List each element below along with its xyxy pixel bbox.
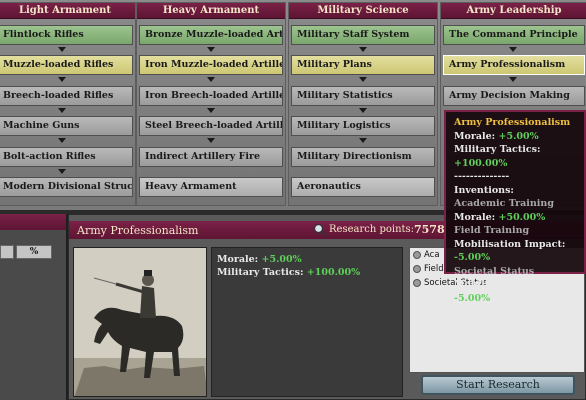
- arrow-down-icon: [359, 108, 367, 113]
- start-research-button[interactable]: Start Research: [421, 375, 575, 395]
- lightbulb-icon: [413, 251, 421, 259]
- arrow-down-icon: [359, 77, 367, 82]
- tech-army-decision-making[interactable]: Army Decision Making: [443, 86, 585, 106]
- column-header: Light Armament: [0, 3, 135, 19]
- effect-morale: Morale: +5.00%: [217, 253, 397, 266]
- tech-military-directionism[interactable]: Military Directionism: [291, 147, 435, 167]
- tooltip-effect-label: Morale:: [454, 130, 496, 142]
- tech-machine-guns[interactable]: Machine Guns: [0, 116, 133, 136]
- tech-steel-breech-loaded-artillery[interactable]: Steel Breech-loaded Artillery: [139, 116, 283, 136]
- tech-indirect-artillery-fire[interactable]: Indirect Artillery Fire: [139, 147, 283, 167]
- tooltip-invention-effect: Mobilisation Impact: -5.00%: [454, 278, 576, 305]
- tech-military-logistics[interactable]: Military Logistics: [291, 116, 435, 136]
- tech-aeronautics[interactable]: Aeronautics: [291, 177, 435, 197]
- arrow-down-icon: [58, 169, 66, 174]
- effect-value: +100.00%: [306, 267, 361, 278]
- tooltip-invention-effect-value: +50.00%: [498, 211, 546, 223]
- column-header: Military Science: [289, 3, 437, 19]
- tech-column-heavy-armament: Heavy Armament Bronze Muzzle-loaded Art i…: [136, 2, 286, 206]
- arrow-down-icon: [58, 47, 66, 52]
- tech-the-command-principle[interactable]: The Command Principle: [443, 25, 585, 45]
- arrow-down-icon: [207, 77, 215, 82]
- column-header: Heavy Armament: [137, 3, 285, 19]
- lightbulb-icon: [413, 265, 421, 273]
- effect-label: Military Tactics:: [217, 267, 304, 278]
- percent-column-header[interactable]: %: [16, 245, 52, 259]
- tech-iron-muzzle-loaded-artillery[interactable]: Iron Muzzle-loaded Artillery: [139, 55, 283, 75]
- tech-bronze-muzzle-loaded-artillery[interactable]: Bronze Muzzle-loaded Arti ...: [139, 25, 283, 45]
- lightbulb-icon: [413, 279, 421, 287]
- arrow-down-icon: [359, 47, 367, 52]
- tech-detail-title: Army Professionalism: [77, 224, 199, 237]
- tech-breech-loaded-rifles[interactable]: Breech-loaded Rifles: [0, 86, 133, 106]
- tooltip-inventions-label: Inventions:: [454, 184, 514, 196]
- arrow-down-icon: [207, 108, 215, 113]
- tooltip-effect: Military Tactics: +100.00%: [454, 143, 576, 170]
- tooltip-invention-effect-label: Mobilisation Impact:: [454, 279, 566, 290]
- tooltip-invention-effect: Morale: +50.00%: [454, 211, 576, 225]
- effect-military-tactics: Military Tactics: +100.00%: [217, 266, 397, 279]
- tooltip-invention-name: Field Training: [454, 225, 530, 236]
- tech-bolt-action-rifles[interactable]: Bolt-action Rifles: [0, 147, 133, 167]
- tooltip-effect-value: +100.00%: [454, 157, 508, 169]
- tech-modern-divisional-structure[interactable]: Modern Divisional Structure: [0, 177, 133, 197]
- tooltip-effect: Morale: +5.00%: [454, 130, 576, 144]
- effect-value: +5.00%: [261, 254, 302, 265]
- tech-column-military-science: Military Science Military Staff System M…: [288, 2, 438, 206]
- research-points-value: 7578: [414, 223, 445, 236]
- effect-label: Morale:: [217, 254, 259, 265]
- invention-label: Aca: [424, 250, 440, 260]
- tech-military-statistics[interactable]: Military Statistics: [291, 86, 435, 106]
- left-panel: [0, 214, 66, 400]
- tech-military-staff-system[interactable]: Military Staff System: [291, 25, 435, 45]
- tech-heavy-armament[interactable]: Heavy Armament: [139, 177, 283, 197]
- research-points-icon: [313, 223, 327, 237]
- tooltip-invention-effect: Mobilisation Impact: -5.00%: [454, 238, 576, 265]
- left-panel-header: [0, 214, 66, 230]
- arrow-down-icon: [207, 138, 215, 143]
- tech-tooltip: Army Professionalism Morale: +5.00% Mili…: [444, 110, 586, 304]
- invention-label: Field: [424, 264, 444, 274]
- tooltip-invention-name: Academic Training: [454, 198, 554, 209]
- arrow-down-icon: [509, 77, 517, 82]
- tooltip-invention-effect-value: -5.00%: [454, 292, 491, 304]
- research-points-label: Research points:: [329, 224, 415, 235]
- tech-military-plans[interactable]: Military Plans: [291, 55, 435, 75]
- tooltip-invention-effect-label: Morale:: [454, 211, 496, 223]
- tech-column-light-armament: Light Armament Flintlock Rifles Muzzle-l…: [0, 2, 136, 206]
- column-header: Army Leadership: [441, 3, 586, 19]
- tooltip-effect-value: +5.00%: [498, 130, 539, 142]
- arrow-down-icon: [207, 47, 215, 52]
- tech-army-professionalism[interactable]: Army Professionalism: [443, 55, 585, 75]
- left-cell: [0, 245, 14, 259]
- tooltip-invention-effect-label: Mobilisation Impact:: [454, 238, 566, 250]
- tooltip-invention-effect-value: -5.00%: [454, 252, 491, 263]
- arrow-down-icon: [509, 47, 517, 52]
- arrow-down-icon: [58, 138, 66, 143]
- arrow-down-icon: [359, 138, 367, 143]
- tooltip-invention-name: Societal Status: [454, 265, 535, 277]
- tech-iron-breech-loaded-artillery[interactable]: Iron Breech-loaded Artillery: [139, 86, 283, 106]
- arrow-down-icon: [58, 77, 66, 82]
- arrow-down-icon: [58, 108, 66, 113]
- tooltip-separator: --------------: [454, 171, 510, 182]
- tooltip-effect-label: Military Tactics:: [454, 144, 541, 155]
- tooltip-title: Army Professionalism: [454, 117, 571, 128]
- tech-portrait-image: [73, 247, 207, 397]
- tech-flintlock-rifles[interactable]: Flintlock Rifles: [0, 25, 133, 45]
- tech-muzzle-loaded-rifles[interactable]: Muzzle-loaded Rifles: [0, 55, 133, 75]
- tech-effects-panel: Morale: +5.00% Military Tactics: +100.00…: [211, 247, 403, 397]
